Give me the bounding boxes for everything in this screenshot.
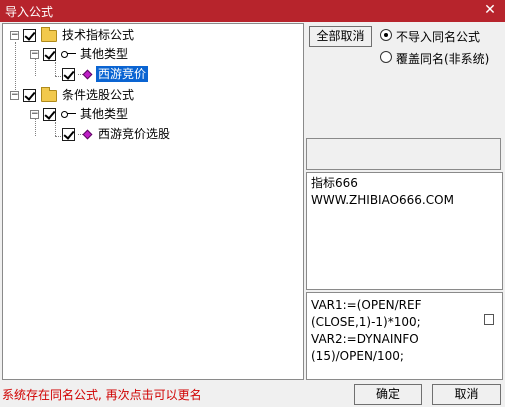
tree-checkbox[interactable] xyxy=(23,89,36,102)
deselect-all-button[interactable]: 全部取消 xyxy=(309,26,372,47)
key-icon xyxy=(61,109,77,119)
tree-item-label[interactable]: 条件选股公式 xyxy=(62,87,134,103)
tree-checkbox[interactable] xyxy=(62,128,75,141)
tree-expander[interactable]: − xyxy=(10,31,19,40)
tree-checkbox[interactable] xyxy=(43,108,56,121)
formula-text: VAR1:=(OPEN/REF (CLOSE,1)-1)*100; VAR2:=… xyxy=(311,298,422,363)
tree-item-label[interactable]: 其他类型 xyxy=(80,46,128,62)
radio-overwrite[interactable] xyxy=(380,51,392,63)
tree-item-label[interactable]: 西游竞价选股 xyxy=(98,126,170,142)
scroll-box[interactable] xyxy=(484,314,494,325)
tree-item-label[interactable]: 技术指标公式 xyxy=(62,27,134,43)
tree-checkbox[interactable] xyxy=(62,68,75,81)
blank-field xyxy=(306,138,501,170)
status-message: 系统存在同名公式, 再次点击可以更名 xyxy=(2,388,202,402)
formula-tree[interactable]: − 技术指标公式 − 其他类型 西游竞价 − 条件选股公式 − 其他类型 西游竞… xyxy=(2,23,304,380)
cancel-button[interactable]: 取消 xyxy=(432,384,501,405)
close-icon[interactable]: ✕ xyxy=(482,1,498,19)
tree-checkbox[interactable] xyxy=(23,29,36,42)
tree-expander[interactable]: − xyxy=(30,110,39,119)
folder-icon xyxy=(41,87,57,102)
info-text: 指标666 WWW.ZHIBIAO666.COM xyxy=(311,176,454,207)
formula-box[interactable]: VAR1:=(OPEN/REF (CLOSE,1)-1)*100; VAR2:=… xyxy=(306,292,503,380)
folder-icon xyxy=(41,27,57,42)
diamond-icon xyxy=(78,129,94,141)
tree-connector xyxy=(15,42,16,96)
ok-button[interactable]: 确定 xyxy=(354,384,422,405)
tree-checkbox[interactable] xyxy=(43,48,56,61)
radio-overwrite-label[interactable]: 覆盖同名(非系统) xyxy=(396,50,489,67)
title-bar: 导入公式 ✕ xyxy=(0,0,505,22)
diamond-icon xyxy=(78,69,94,81)
window-title: 导入公式 xyxy=(5,5,54,19)
tree-item-label-selected[interactable]: 西游竞价 xyxy=(96,66,149,82)
tree-expander[interactable]: − xyxy=(10,91,19,100)
key-icon xyxy=(61,49,77,59)
tree-item-label[interactable]: 其他类型 xyxy=(80,106,128,122)
info-box: 指标666 WWW.ZHIBIAO666.COM xyxy=(306,172,503,290)
tree-connector xyxy=(55,122,56,136)
tree-expander[interactable]: − xyxy=(30,50,39,59)
radio-no-import-label[interactable]: 不导入同名公式 xyxy=(396,28,480,45)
tree-connector xyxy=(55,62,56,76)
radio-no-import[interactable] xyxy=(380,29,392,41)
